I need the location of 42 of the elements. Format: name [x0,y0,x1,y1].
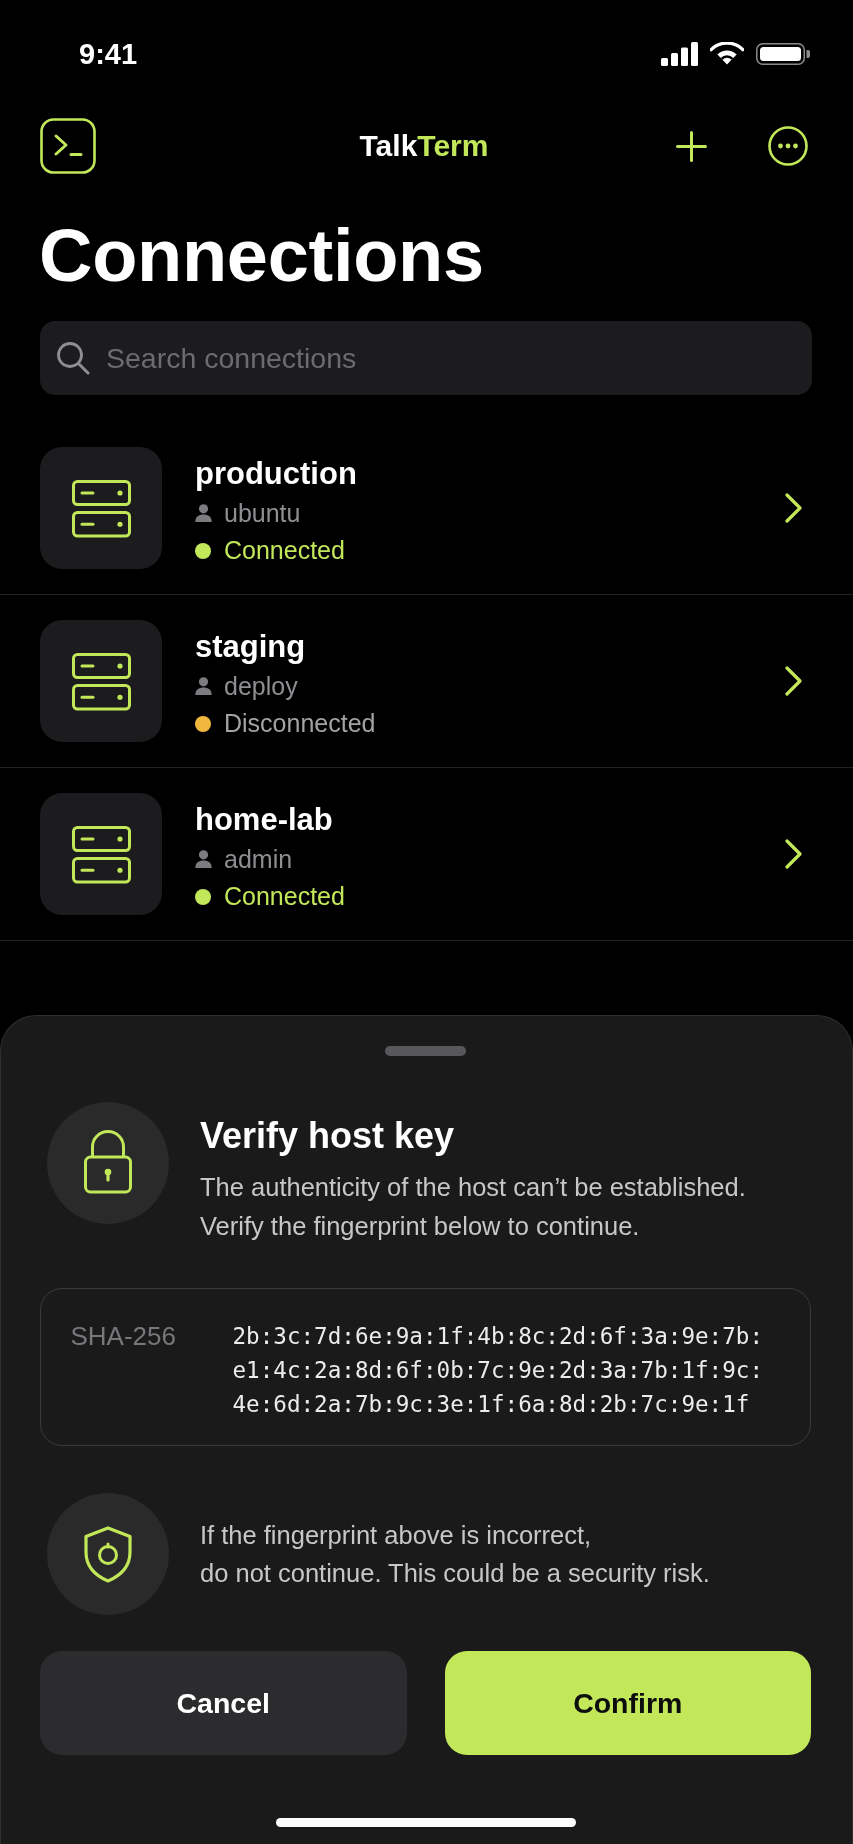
chevron-right-icon [785,666,802,696]
connection-row[interactable]: home-lab admin Connected [0,768,853,941]
app-title: TalkTerm [359,128,489,164]
shield-icon [47,1493,169,1615]
connection-row[interactable]: production ubuntu Connected [0,422,853,595]
sheet-title: Verify host key [200,1114,455,1158]
connection-name: home-lab [195,801,333,839]
status-label: Connected [224,535,345,566]
terminal-icon [40,118,96,174]
hash-label: SHA-256 [70,1319,177,1353]
lock-icon [47,1102,169,1224]
person-icon [195,677,212,695]
connection-name: staging [195,628,306,666]
person-icon [195,504,212,522]
connection-name: production [195,455,357,493]
search-icon [56,341,90,375]
battery-icon [756,43,810,65]
connection-row[interactable]: staging deploy Disconnected [0,595,853,768]
cancel-button[interactable]: Cancel [40,1651,407,1755]
chevron-right-icon [785,493,802,523]
page-title: Connections [39,219,484,293]
confirm-button[interactable]: Confirm [444,1651,811,1755]
username: deploy [224,671,298,702]
server-icon [40,793,162,915]
wifi-icon [710,42,744,66]
warning-text: If the fingerprint above is incorrect, do not continue. This could be a security risk. [200,1520,710,1589]
status-time: 9:41 [79,37,138,71]
server-icon [40,447,162,569]
more-icon[interactable] [768,126,808,166]
search-field[interactable]: Search connections [40,321,812,395]
username: admin [224,844,293,875]
drag-handle[interactable] [385,1046,466,1056]
signal-icon [661,42,698,66]
status-label: Disconnected [224,708,376,739]
status-label: Connected [224,881,345,912]
username: ubuntu [224,498,301,529]
person-icon [195,850,212,868]
server-icon [40,620,162,742]
fingerprint-text: 2b:3c:7d:6e:9a:1f:4b:8c:2d:6f:3a:9e:7b:e1:4c:2a:8d:6f:0b:7c:9e:2d:3a:7b:1f:9c:4e:6d:2a:7b:9c:3e:1f:6a:8d:2b:7c:9e:1f [232,1321,764,1419]
chevron-right-icon [785,839,802,869]
plus-icon[interactable] [676,130,707,162]
sheet-description: The authenticity of the host can’t be established. Verify the fingerprint below to continue. [200,1171,746,1242]
